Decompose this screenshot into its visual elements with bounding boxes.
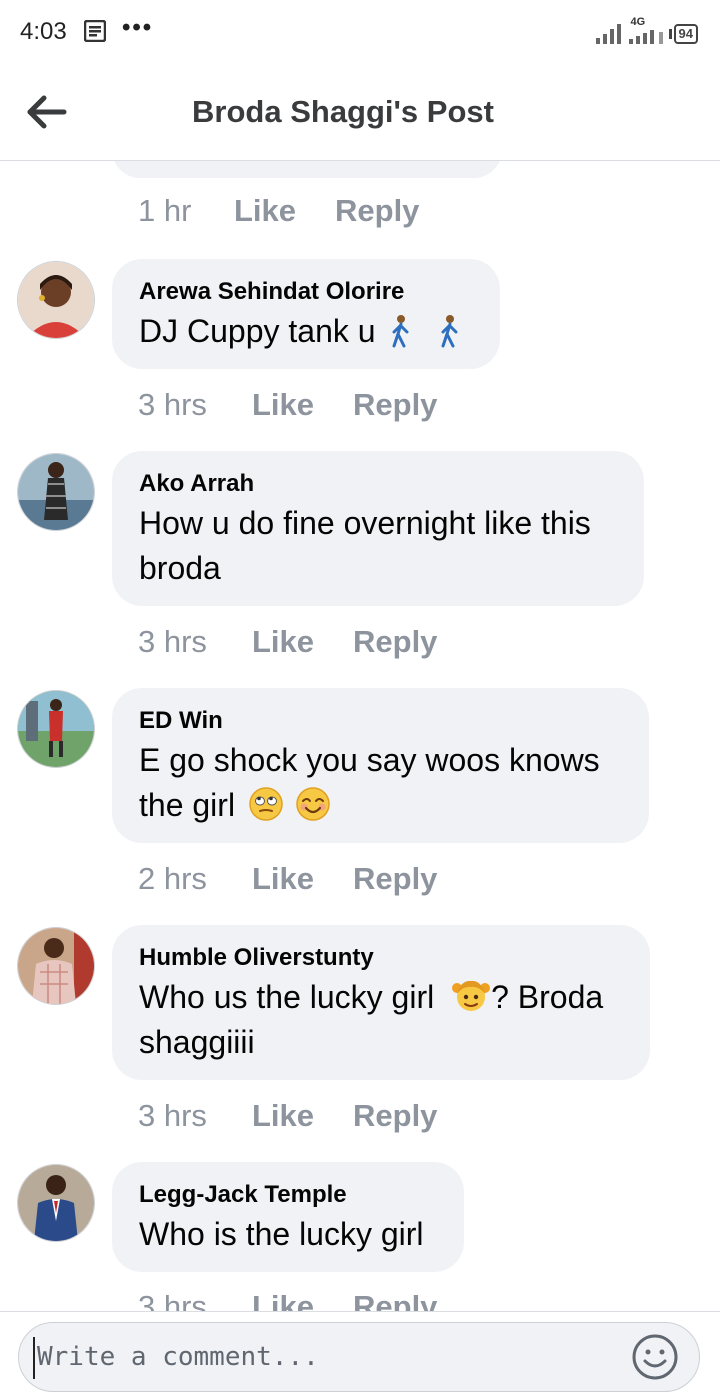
comment-bubble[interactable]: Humble Oliverstunty Who us the lucky gir… [112, 925, 650, 1080]
comment-bubble[interactable]: Ako Arrah How u do fine overnight like t… [112, 451, 644, 606]
more-notifications-icon: ••• [122, 14, 154, 41]
comment-text-content: DJ Cuppy tank u [139, 313, 376, 349]
like-button[interactable]: Like [252, 861, 353, 897]
comment-author[interactable]: Arewa Sehindat Olorire [139, 277, 473, 307]
comment-text: E go shock you say woos knows the girl [139, 738, 622, 828]
comment-input[interactable] [35, 1333, 599, 1381]
reply-button[interactable]: Reply [353, 861, 437, 897]
status-indicators: 4G 94 [595, 16, 698, 44]
comment-bubble[interactable]: Legg-Jack Temple Who is the lucky girl [112, 1162, 464, 1272]
comment-text: How u do fine overnight like this broda [139, 505, 591, 586]
avatar[interactable] [17, 1164, 95, 1242]
girl-emoji [452, 980, 491, 1011]
comment-author[interactable]: Humble Oliverstunty [139, 943, 623, 973]
comment-time: 3 hrs [138, 1289, 207, 1311]
comment-text: Who us the lucky girl ? Broda shaggiiii [139, 975, 623, 1065]
comment-time: 2 hrs [138, 861, 207, 896]
comment-meta: 2 hrs Like Reply [138, 861, 437, 897]
reply-button[interactable]: Reply [353, 1098, 437, 1134]
network-4g-icon: 4G [627, 16, 654, 44]
status-time: 4:03 [20, 18, 67, 45]
comment-time: 1 hr [138, 193, 192, 228]
like-button[interactable]: Like [252, 624, 353, 660]
comment-meta: 1 hr Like Reply [138, 193, 419, 229]
comment-bubble[interactable]: ED Win E go shock you say woos knows the… [112, 688, 649, 843]
comment-composer [0, 1311, 720, 1392]
previous-comment-bubble [112, 161, 502, 178]
battery-icon: 94 [668, 24, 698, 44]
like-button[interactable]: Like [252, 1289, 353, 1311]
like-button[interactable]: Like [252, 1098, 353, 1134]
person-walking-emoji [392, 315, 409, 348]
comment-text: Who is the lucky girl [139, 1216, 424, 1252]
comment-author[interactable]: Legg-Jack Temple [139, 1180, 437, 1210]
comment-text-content: Who us the lucky girl [139, 979, 435, 1015]
person-walking-emoji [441, 315, 458, 348]
comment-meta: 3 hrs Like Reply [138, 624, 437, 660]
like-button[interactable]: Like [252, 387, 353, 423]
comment-input-container[interactable] [18, 1322, 700, 1392]
reply-button[interactable]: Reply [353, 1289, 437, 1311]
comment-time: 3 hrs [138, 1098, 207, 1133]
comment-meta: 3 hrs Like Reply [138, 387, 437, 423]
comment-text-content: E go shock you say woos knows the girl [139, 742, 600, 823]
news-icon [84, 20, 106, 42]
comment-time: 3 hrs [138, 387, 207, 422]
eye-roll-emoji [249, 787, 283, 821]
comment-author[interactable]: ED Win [139, 706, 622, 736]
reply-button[interactable]: Reply [335, 193, 419, 229]
reply-button[interactable]: Reply [353, 387, 437, 423]
comment-time: 3 hrs [138, 624, 207, 659]
page-header: Broda Shaggi's Post [0, 64, 720, 161]
reply-button[interactable]: Reply [353, 624, 437, 660]
comment-author[interactable]: Ako Arrah [139, 469, 617, 499]
comment-meta: 3 hrs Like Reply [138, 1289, 437, 1311]
comment-bubble[interactable]: Arewa Sehindat Olorire DJ Cuppy tank u [112, 259, 500, 369]
avatar[interactable] [17, 690, 95, 768]
comment-meta: 3 hrs Like Reply [138, 1098, 437, 1134]
smiling-face-emoji [296, 787, 330, 821]
avatar[interactable] [17, 261, 95, 339]
avatar[interactable] [17, 453, 95, 531]
status-bar: 4:03 ••• 4G 94 [0, 0, 720, 64]
page-title: Broda Shaggi's Post [192, 94, 494, 129]
signal-2-icon [658, 24, 663, 44]
like-button[interactable]: Like [234, 193, 335, 229]
comments-feed[interactable]: 1 hr Like Reply Arewa Sehindat Olorire D… [0, 161, 720, 1311]
signal-icon [595, 20, 621, 44]
avatar[interactable] [17, 927, 95, 1005]
comment-text: DJ Cuppy tank u [139, 309, 473, 354]
emoji-picker-icon[interactable] [631, 1333, 679, 1381]
